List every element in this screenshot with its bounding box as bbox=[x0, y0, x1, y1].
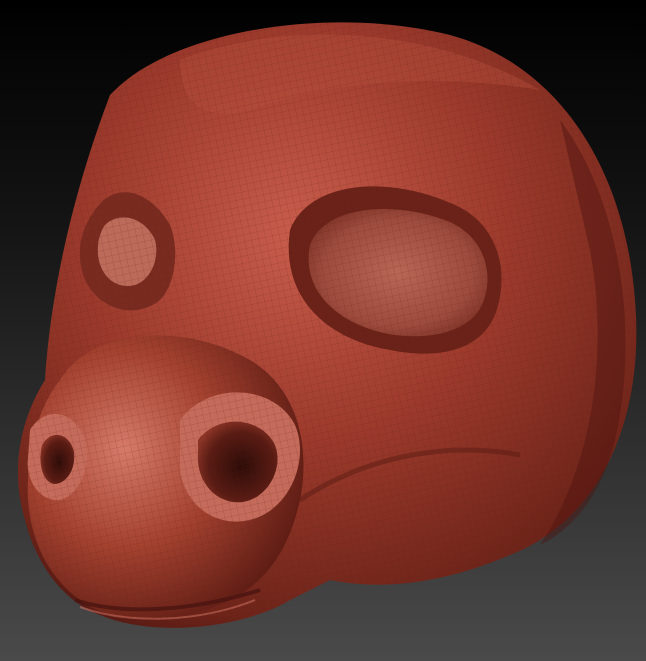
mesh-wireframe bbox=[17, 22, 637, 628]
sculpted-head-model[interactable] bbox=[0, 0, 646, 661]
sculpt-viewport[interactable] bbox=[0, 0, 646, 661]
